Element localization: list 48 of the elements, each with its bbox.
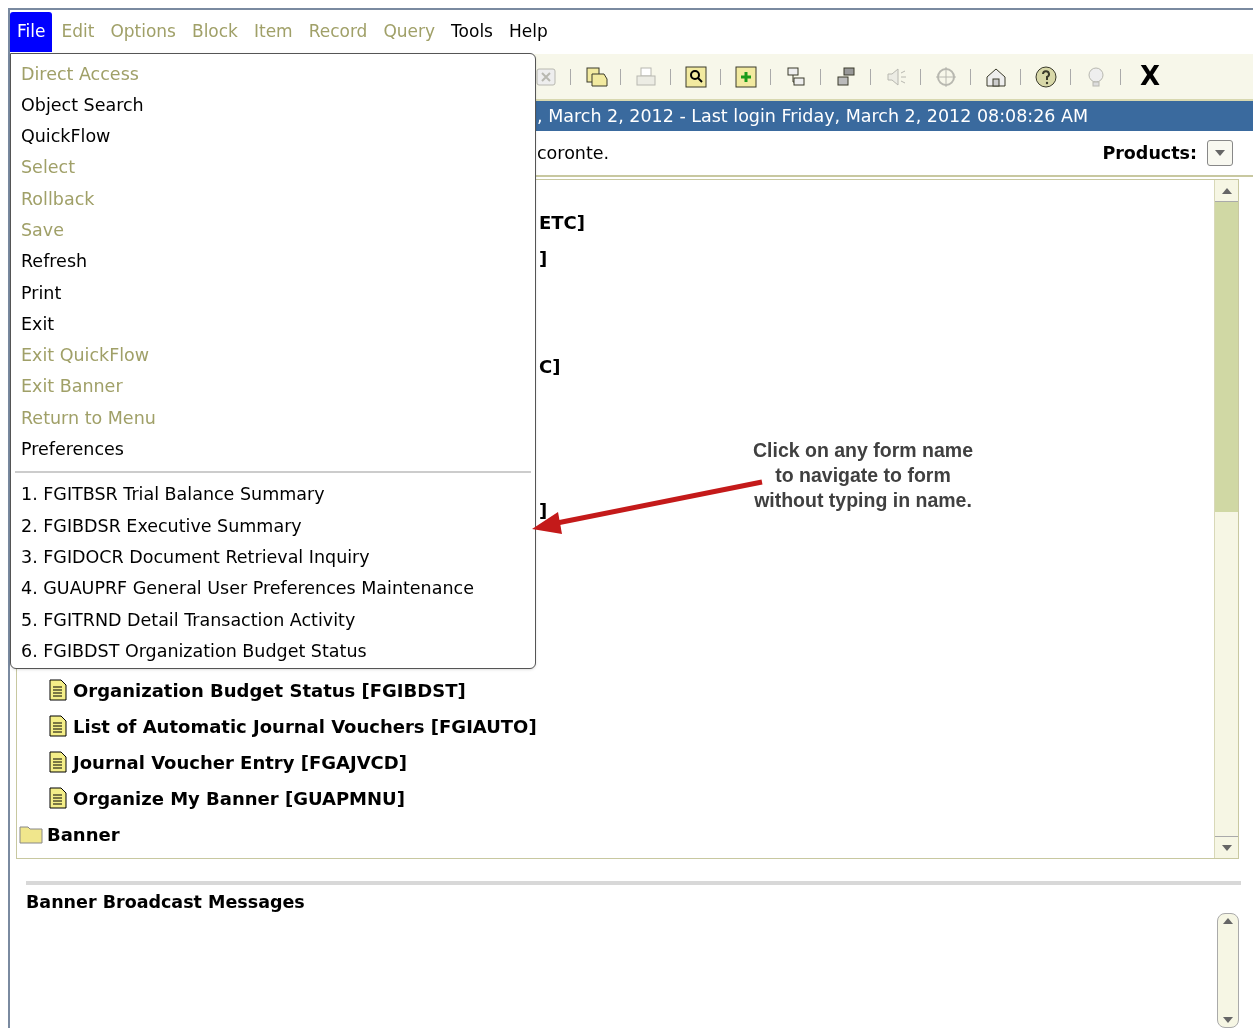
printer-icon <box>634 64 658 89</box>
recent-form-item[interactable]: 3. FGIDOCR Document Retrieval Inquiry <box>11 541 535 573</box>
menu-item[interactable]: Exit <box>11 308 535 340</box>
documents-icon <box>584 64 608 89</box>
plus-icon <box>734 64 758 89</box>
scrollbar[interactable] <box>1217 913 1239 1028</box>
tree-item-text: ] <box>539 246 548 271</box>
section-title: Banner Broadcast Messages <box>26 892 305 912</box>
menu-item[interactable]: Tools <box>444 12 500 52</box>
recent-form-item[interactable]: 1. FGITBSR Trial Balance Summary <box>11 478 535 511</box>
down-arrow-icon[interactable] <box>1221 844 1232 851</box>
tree-item[interactable]: Organize My Banner [GUAPMNU] <box>73 784 405 812</box>
document-icon <box>49 751 67 773</box>
caret-icon <box>1215 150 1225 156</box>
search-icon <box>684 64 708 89</box>
up-arrow-icon[interactable] <box>1223 918 1233 924</box>
tree-item[interactable]: Journal Voucher Entry [FGAJVCD] <box>73 748 407 776</box>
menu-item[interactable]: Refresh <box>11 245 535 278</box>
tree-item-text: ETC] <box>539 210 585 235</box>
recent-form-item[interactable]: 2. FGIBDSR Executive Summary <box>11 510 535 542</box>
tree-item-text: ] <box>539 498 548 523</box>
down-arrow-icon[interactable] <box>1223 1017 1233 1023</box>
blocks-icon <box>834 64 858 89</box>
scrollbar[interactable] <box>1214 180 1238 858</box>
tree-folder[interactable]: Banner <box>47 820 120 848</box>
crosshair-icon <box>934 64 958 89</box>
recent-form-item[interactable]: 6. FGIBDST Organization Budget Status <box>11 635 535 667</box>
annotation-text: Click on any form name to navigate to form without typing in name. <box>752 438 974 513</box>
recent-form-item[interactable]: 5. FGITRND Detail Transaction Activity <box>11 604 535 636</box>
help-icon <box>1034 64 1058 89</box>
up-arrow-icon[interactable] <box>1221 187 1232 194</box>
products-label: Products: <box>1102 141 1197 165</box>
folder-icon <box>19 824 43 844</box>
document-icon <box>49 787 67 809</box>
menu-item[interactable]: Preferences <box>11 433 535 465</box>
menu-item[interactable]: File <box>10 12 53 52</box>
recent-form-item[interactable]: 4. GUAUPRF General User Preferences Maintenance <box>11 572 535 605</box>
tree-item[interactable]: Organization Budget Status [FGIBDST] <box>73 676 466 704</box>
greeting-text: coronte. <box>537 141 610 165</box>
blocks-icon <box>784 64 808 89</box>
close-button[interactable]: X <box>1136 57 1165 96</box>
tree-item-text: C] <box>539 354 561 379</box>
tree-item[interactable]: List of Automatic Journal Vouchers [FGIAUTO] <box>73 712 537 740</box>
document-icon <box>49 679 67 701</box>
menu-item[interactable]: Print <box>11 277 535 309</box>
products-dropdown[interactable] <box>1207 140 1233 166</box>
document-icon <box>49 715 67 737</box>
menu-item[interactable]: Help <box>501 12 555 52</box>
